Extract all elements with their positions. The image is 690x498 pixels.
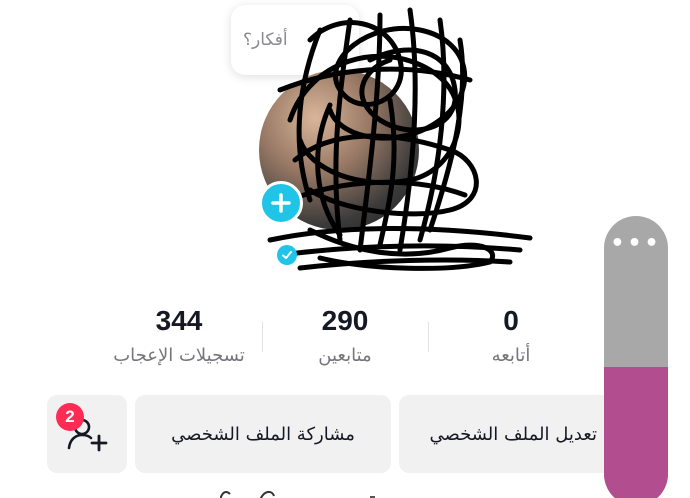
plus-icon: [271, 193, 291, 213]
stat-likes[interactable]: 344 تسجيلات الإعجاب: [89, 305, 269, 366]
friend-requests-badge: 2: [56, 403, 84, 431]
following-count: 0: [503, 305, 519, 336]
floating-control[interactable]: •••: [604, 216, 668, 498]
likes-label: تسجيلات الإعجاب: [113, 345, 245, 366]
following-label: أتابعه: [491, 345, 531, 366]
redaction-scribble: [267, 7, 533, 271]
stat-followers[interactable]: 290 متابعين: [255, 305, 435, 366]
edit-profile-label: تعديل الملف الشخصي: [429, 423, 597, 445]
verified-icon: [277, 245, 297, 265]
share-profile-label: مشاركة الملف الشخصي: [171, 423, 355, 445]
cut-off-content: [220, 490, 375, 498]
control-fill: [604, 367, 668, 498]
more-dots-icon[interactable]: •••: [604, 233, 668, 255]
share-profile-button[interactable]: مشاركة الملف الشخصي: [135, 395, 391, 473]
followers-label: متابعين: [318, 345, 372, 366]
add-story-button[interactable]: [259, 181, 303, 225]
likes-count: 344: [155, 305, 203, 336]
followers-count: 290: [321, 305, 369, 336]
stat-following[interactable]: 0 أتابعه: [421, 305, 601, 366]
